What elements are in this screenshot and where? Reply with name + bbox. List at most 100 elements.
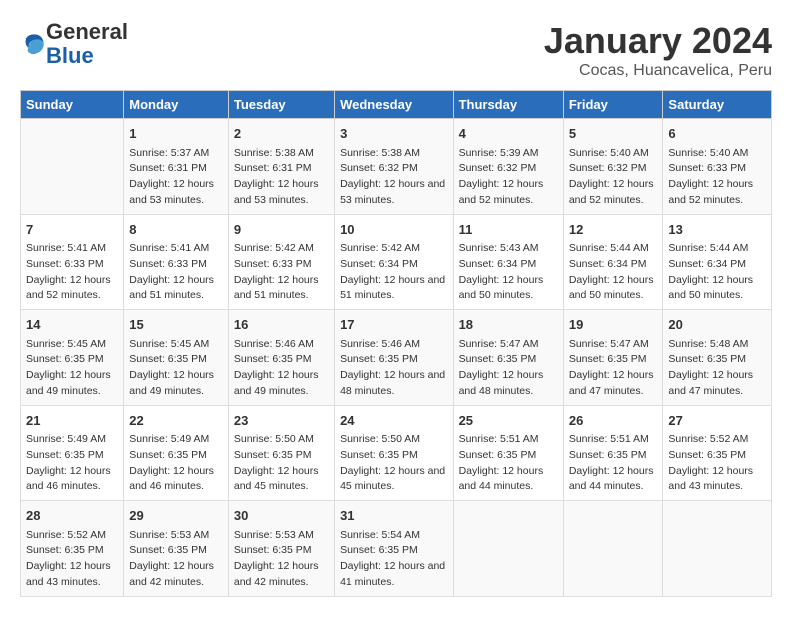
day-number: 29 [129, 506, 223, 526]
cell-w2-d5: 11Sunrise: 5:43 AM Sunset: 6:34 PM Dayli… [453, 214, 563, 310]
day-number: 5 [569, 124, 658, 144]
page-header: General Blue January 2024 Cocas, Huancav… [20, 20, 772, 80]
day-number: 22 [129, 411, 223, 431]
cell-w4-d4: 24Sunrise: 5:50 AM Sunset: 6:35 PM Dayli… [335, 405, 453, 501]
header-row: SundayMondayTuesdayWednesdayThursdayFrid… [21, 91, 772, 119]
header-wednesday: Wednesday [335, 91, 453, 119]
day-number: 10 [340, 220, 447, 240]
cell-info: Sunrise: 5:48 AM Sunset: 6:35 PM Dayligh… [668, 337, 766, 400]
cell-info: Sunrise: 5:42 AM Sunset: 6:33 PM Dayligh… [234, 241, 329, 304]
day-number: 7 [26, 220, 118, 240]
cell-info: Sunrise: 5:47 AM Sunset: 6:35 PM Dayligh… [569, 337, 658, 400]
cell-info: Sunrise: 5:51 AM Sunset: 6:35 PM Dayligh… [569, 432, 658, 495]
cell-info: Sunrise: 5:50 AM Sunset: 6:35 PM Dayligh… [234, 432, 329, 495]
calendar-table: SundayMondayTuesdayWednesdayThursdayFrid… [20, 90, 772, 597]
cell-w2-d6: 12Sunrise: 5:44 AM Sunset: 6:34 PM Dayli… [563, 214, 663, 310]
cell-w3-d5: 18Sunrise: 5:47 AM Sunset: 6:35 PM Dayli… [453, 310, 563, 406]
cell-w1-d1 [21, 119, 124, 215]
cell-info: Sunrise: 5:38 AM Sunset: 6:32 PM Dayligh… [340, 146, 447, 209]
cell-info: Sunrise: 5:49 AM Sunset: 6:35 PM Dayligh… [26, 432, 118, 495]
cell-w5-d5 [453, 501, 563, 597]
month-title: January 2024 [544, 20, 772, 62]
cell-info: Sunrise: 5:44 AM Sunset: 6:34 PM Dayligh… [668, 241, 766, 304]
cell-w1-d3: 2Sunrise: 5:38 AM Sunset: 6:31 PM Daylig… [228, 119, 334, 215]
week-row-4: 21Sunrise: 5:49 AM Sunset: 6:35 PM Dayli… [21, 405, 772, 501]
day-number: 25 [459, 411, 558, 431]
day-number: 1 [129, 124, 223, 144]
cell-w3-d2: 15Sunrise: 5:45 AM Sunset: 6:35 PM Dayli… [124, 310, 229, 406]
cell-w3-d7: 20Sunrise: 5:48 AM Sunset: 6:35 PM Dayli… [663, 310, 772, 406]
day-number: 6 [668, 124, 766, 144]
logo-icon [22, 32, 46, 56]
header-sunday: Sunday [21, 91, 124, 119]
cell-info: Sunrise: 5:42 AM Sunset: 6:34 PM Dayligh… [340, 241, 447, 304]
header-saturday: Saturday [663, 91, 772, 119]
day-number: 30 [234, 506, 329, 526]
cell-info: Sunrise: 5:45 AM Sunset: 6:35 PM Dayligh… [129, 337, 223, 400]
day-number: 21 [26, 411, 118, 431]
cell-info: Sunrise: 5:41 AM Sunset: 6:33 PM Dayligh… [129, 241, 223, 304]
cell-info: Sunrise: 5:43 AM Sunset: 6:34 PM Dayligh… [459, 241, 558, 304]
cell-w4-d1: 21Sunrise: 5:49 AM Sunset: 6:35 PM Dayli… [21, 405, 124, 501]
cell-info: Sunrise: 5:46 AM Sunset: 6:35 PM Dayligh… [234, 337, 329, 400]
cell-info: Sunrise: 5:40 AM Sunset: 6:33 PM Dayligh… [668, 146, 766, 209]
cell-info: Sunrise: 5:40 AM Sunset: 6:32 PM Dayligh… [569, 146, 658, 209]
header-friday: Friday [563, 91, 663, 119]
day-number: 24 [340, 411, 447, 431]
cell-w1-d2: 1Sunrise: 5:37 AM Sunset: 6:31 PM Daylig… [124, 119, 229, 215]
day-number: 23 [234, 411, 329, 431]
day-number: 3 [340, 124, 447, 144]
day-number: 12 [569, 220, 658, 240]
cell-w2-d4: 10Sunrise: 5:42 AM Sunset: 6:34 PM Dayli… [335, 214, 453, 310]
logo: General Blue [20, 20, 128, 68]
day-number: 14 [26, 315, 118, 335]
day-number: 15 [129, 315, 223, 335]
header-tuesday: Tuesday [228, 91, 334, 119]
week-row-2: 7Sunrise: 5:41 AM Sunset: 6:33 PM Daylig… [21, 214, 772, 310]
location-text: Cocas, Huancavelica, Peru [544, 62, 772, 80]
cell-w5-d4: 31Sunrise: 5:54 AM Sunset: 6:35 PM Dayli… [335, 501, 453, 597]
day-number: 9 [234, 220, 329, 240]
cell-w5-d1: 28Sunrise: 5:52 AM Sunset: 6:35 PM Dayli… [21, 501, 124, 597]
cell-w4-d6: 26Sunrise: 5:51 AM Sunset: 6:35 PM Dayli… [563, 405, 663, 501]
day-number: 18 [459, 315, 558, 335]
cell-w1-d5: 4Sunrise: 5:39 AM Sunset: 6:32 PM Daylig… [453, 119, 563, 215]
cell-info: Sunrise: 5:45 AM Sunset: 6:35 PM Dayligh… [26, 337, 118, 400]
day-number: 2 [234, 124, 329, 144]
day-number: 19 [569, 315, 658, 335]
cell-info: Sunrise: 5:41 AM Sunset: 6:33 PM Dayligh… [26, 241, 118, 304]
cell-w2-d1: 7Sunrise: 5:41 AM Sunset: 6:33 PM Daylig… [21, 214, 124, 310]
week-row-1: 1Sunrise: 5:37 AM Sunset: 6:31 PM Daylig… [21, 119, 772, 215]
day-number: 20 [668, 315, 766, 335]
cell-w5-d2: 29Sunrise: 5:53 AM Sunset: 6:35 PM Dayli… [124, 501, 229, 597]
day-number: 16 [234, 315, 329, 335]
cell-w5-d6 [563, 501, 663, 597]
cell-info: Sunrise: 5:38 AM Sunset: 6:31 PM Dayligh… [234, 146, 329, 209]
cell-w5-d3: 30Sunrise: 5:53 AM Sunset: 6:35 PM Dayli… [228, 501, 334, 597]
cell-w1-d7: 6Sunrise: 5:40 AM Sunset: 6:33 PM Daylig… [663, 119, 772, 215]
day-number: 4 [459, 124, 558, 144]
cell-w2-d3: 9Sunrise: 5:42 AM Sunset: 6:33 PM Daylig… [228, 214, 334, 310]
cell-info: Sunrise: 5:44 AM Sunset: 6:34 PM Dayligh… [569, 241, 658, 304]
cell-w2-d7: 13Sunrise: 5:44 AM Sunset: 6:34 PM Dayli… [663, 214, 772, 310]
cell-info: Sunrise: 5:39 AM Sunset: 6:32 PM Dayligh… [459, 146, 558, 209]
cell-info: Sunrise: 5:49 AM Sunset: 6:35 PM Dayligh… [129, 432, 223, 495]
cell-w3-d4: 17Sunrise: 5:46 AM Sunset: 6:35 PM Dayli… [335, 310, 453, 406]
day-number: 28 [26, 506, 118, 526]
cell-info: Sunrise: 5:53 AM Sunset: 6:35 PM Dayligh… [129, 528, 223, 591]
cell-info: Sunrise: 5:50 AM Sunset: 6:35 PM Dayligh… [340, 432, 447, 495]
cell-w3-d1: 14Sunrise: 5:45 AM Sunset: 6:35 PM Dayli… [21, 310, 124, 406]
cell-info: Sunrise: 5:37 AM Sunset: 6:31 PM Dayligh… [129, 146, 223, 209]
logo-blue-text: Blue [46, 43, 94, 68]
header-monday: Monday [124, 91, 229, 119]
logo-general-text: General [46, 19, 128, 44]
cell-info: Sunrise: 5:52 AM Sunset: 6:35 PM Dayligh… [26, 528, 118, 591]
day-number: 11 [459, 220, 558, 240]
cell-info: Sunrise: 5:54 AM Sunset: 6:35 PM Dayligh… [340, 528, 447, 591]
day-number: 31 [340, 506, 447, 526]
cell-w4-d2: 22Sunrise: 5:49 AM Sunset: 6:35 PM Dayli… [124, 405, 229, 501]
day-number: 27 [668, 411, 766, 431]
cell-info: Sunrise: 5:46 AM Sunset: 6:35 PM Dayligh… [340, 337, 447, 400]
day-number: 26 [569, 411, 658, 431]
cell-w5-d7 [663, 501, 772, 597]
